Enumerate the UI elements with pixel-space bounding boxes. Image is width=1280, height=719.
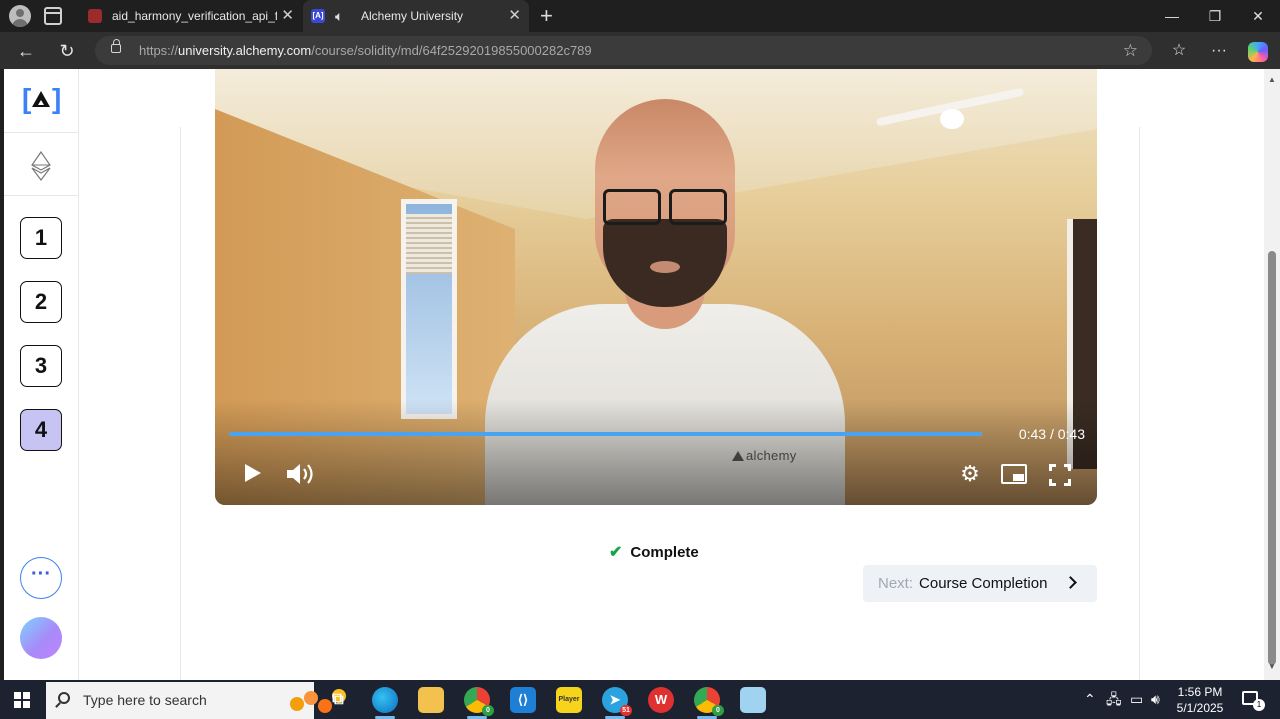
play-icon[interactable] <box>243 462 263 484</box>
clock-date: 5/1/2025 <box>1176 701 1224 715</box>
video-frame-ceiling-fan <box>855 87 1035 149</box>
taskbar-clock[interactable]: 1:56 PM 5/1/2025 <box>1170 684 1230 716</box>
close-window-icon[interactable]: ✕ <box>1236 0 1280 32</box>
video-time: 0:43 / 0:43 <box>1018 426 1085 442</box>
tab-harmony-api[interactable]: aid_harmony_verification_api_field ✕ <box>80 0 302 32</box>
next-lesson-button[interactable]: Next: Course Completion <box>863 565 1097 602</box>
next-prefix: Next: <box>878 575 914 592</box>
speaker-icon[interactable]: 🔈︎ <box>335 8 343 24</box>
video-frame-window <box>401 199 457 419</box>
close-tab-icon[interactable]: ✕ <box>281 0 294 32</box>
address-bar[interactable]: https://university.alchemy.com/course/so… <box>95 36 1152 65</box>
alchemy-logo[interactable]: [ ] <box>4 69 78 133</box>
step-2-button[interactable]: 2 <box>20 281 62 323</box>
scrollbar-thumb[interactable] <box>1268 251 1276 665</box>
scroll-up-icon[interactable]: ▲ <box>1267 75 1277 85</box>
edge-browser-icon[interactable] <box>372 687 398 719</box>
chevron-right-icon <box>1064 576 1077 589</box>
tab-title: Alchemy University <box>361 9 464 23</box>
file-explorer-icon[interactable] <box>418 687 444 713</box>
tab-favicon-icon <box>88 9 102 23</box>
video-progress-fill <box>229 432 982 436</box>
refresh-icon[interactable]: ↻ <box>53 37 81 65</box>
ethereum-icon[interactable] <box>4 134 78 196</box>
battery-icon[interactable]: ▭ <box>1130 680 1143 719</box>
wps-office-icon[interactable]: W <box>648 687 674 713</box>
volume-icon[interactable] <box>285 462 317 486</box>
notepad-icon[interactable] <box>740 687 766 713</box>
clock-time: 1:56 PM <box>1177 685 1223 699</box>
checkmark-icon: ✔ <box>609 544 623 561</box>
scroll-down-icon[interactable]: ▼ <box>1267 662 1277 672</box>
minimize-icon[interactable]: — <box>1150 0 1194 32</box>
more-options-icon[interactable]: ··· <box>1205 37 1233 65</box>
vscode-icon[interactable]: ⟨⟩ <box>510 687 536 713</box>
tab-title: aid_harmony_verification_api_field <box>112 9 277 23</box>
close-tab-icon[interactable]: ✕ <box>508 0 521 32</box>
profile-avatar-icon[interactable] <box>9 5 31 27</box>
restore-icon[interactable]: ❐ <box>1193 0 1237 32</box>
windows-start-icon[interactable] <box>14 692 30 708</box>
tab-alchemy-university[interactable]: [A] 🔈︎ Alchemy University ✕ <box>303 0 529 32</box>
logo-triangle-icon <box>32 91 50 107</box>
favorite-star-icon[interactable]: ☆ <box>1123 36 1138 65</box>
video-player[interactable]: alchemy 0:43 / 0:43 ⚙ <box>215 69 1097 505</box>
url-text[interactable]: https://university.alchemy.com/course/so… <box>139 36 592 65</box>
picture-in-picture-icon[interactable] <box>1001 464 1027 484</box>
windows-taskbar: Type here to search ⧉ 0 ⟨⟩ Player ➤ 51 W … <box>0 680 1280 719</box>
next-lesson-title: Course Completion <box>919 575 1048 592</box>
copilot-icon[interactable] <box>1248 42 1268 62</box>
favorites-icon[interactable]: ☆ <box>1165 37 1193 65</box>
browser-toolbar: ← ↻ https://university.alchemy.com/cours… <box>0 32 1280 69</box>
page-scrollbar[interactable]: ▲ ▼ <box>1264 69 1280 680</box>
step-4-button[interactable]: 4 <box>20 409 62 451</box>
search-placeholder: Type here to search <box>83 692 207 708</box>
browser-titlebar: aid_harmony_verification_api_field ✕ [A]… <box>0 0 1280 32</box>
task-view-icon[interactable]: ⧉ <box>325 687 351 713</box>
controls-gradient <box>215 399 1097 505</box>
new-tab-icon[interactable]: + <box>540 2 553 30</box>
network-icon[interactable]: 🖧︎ <box>1106 680 1122 719</box>
step-3-button[interactable]: 3 <box>20 345 62 387</box>
more-menu-button[interactable]: ··· <box>20 557 62 599</box>
tab-actions-icon[interactable] <box>44 7 62 25</box>
video-progress-bar[interactable] <box>229 432 982 436</box>
fullscreen-icon[interactable] <box>1049 464 1071 486</box>
player-app-icon[interactable]: Player <box>556 687 582 713</box>
logo-bracket-left: [ <box>22 83 32 114</box>
back-icon[interactable]: ← <box>12 37 40 65</box>
show-hidden-icons-icon[interactable]: ⌃ <box>1084 680 1096 719</box>
lesson-complete-status: ✔ Complete <box>609 544 699 561</box>
step-1-button[interactable]: 1 <box>20 217 62 259</box>
settings-gear-icon[interactable]: ⚙ <box>958 462 982 486</box>
chrome-profile-icon[interactable]: 0 <box>694 687 724 719</box>
user-avatar[interactable] <box>20 617 62 659</box>
search-icon <box>58 692 70 704</box>
logo-bracket-right: ] <box>52 83 62 114</box>
notification-center-icon[interactable]: 1 <box>1242 691 1265 711</box>
volume-tray-icon[interactable]: 🔊︎ <box>1151 680 1160 719</box>
telegram-icon[interactable]: ➤ 51 <box>602 687 632 719</box>
taskbar-search-box[interactable]: Type here to search <box>46 682 346 719</box>
lock-icon[interactable] <box>111 39 121 53</box>
alchemy-favicon-icon: [A] <box>311 9 325 23</box>
course-sidebar: [ ] 1 2 3 4 ··· <box>4 69 79 680</box>
chrome-icon[interactable]: 0 <box>464 687 494 719</box>
